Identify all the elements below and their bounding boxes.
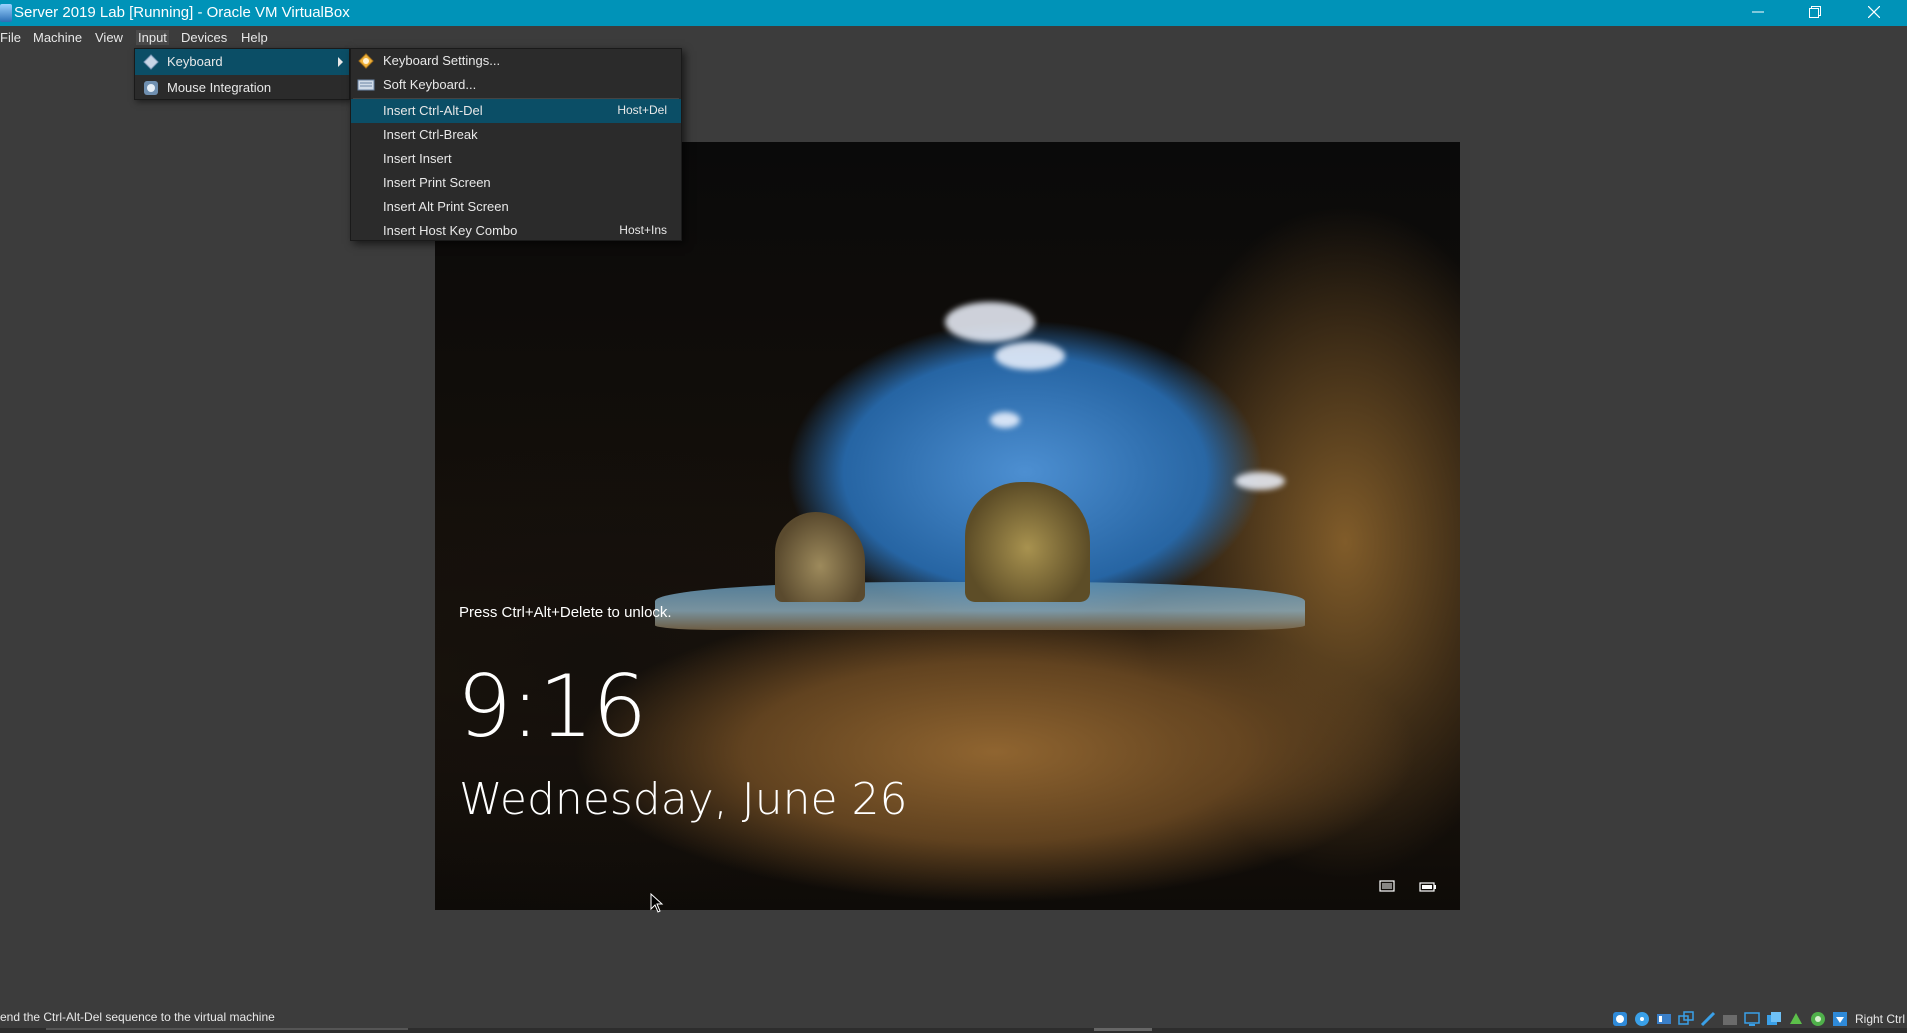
shared-folders-icon[interactable] <box>1721 1010 1739 1028</box>
host-key-label[interactable]: Right Ctrl <box>1855 1012 1905 1026</box>
menu-devices[interactable]: Devices <box>181 30 227 45</box>
sky-cloud <box>995 342 1065 370</box>
usb-icon[interactable] <box>1699 1010 1717 1028</box>
sea-rock-right <box>965 482 1090 602</box>
soft-keyboard-icon <box>357 79 375 91</box>
sea-rock-left <box>775 512 865 602</box>
menu-help[interactable]: Help <box>241 30 268 45</box>
menu-file[interactable]: File <box>0 30 21 45</box>
virtualbox-app-icon <box>0 4 12 22</box>
lock-screen-date: Wednesday, June 26 <box>459 774 908 825</box>
menu-machine[interactable]: Machine <box>33 30 82 45</box>
insert-ctrl-alt-del-label: Insert Ctrl-Alt-Del <box>383 103 483 118</box>
taskbar-segment <box>46 1028 408 1030</box>
sky-cloud <box>1235 472 1285 490</box>
input-menu-mouse-integration[interactable]: Mouse Integration <box>135 75 349 101</box>
soft-keyboard-label: Soft Keyboard... <box>383 77 477 92</box>
input-menu-keyboard-label: Keyboard <box>167 54 223 69</box>
insert-ctrl-break-item[interactable]: Insert Ctrl-Break <box>351 123 681 147</box>
restore-icon <box>1809 6 1821 18</box>
insert-ctrl-break-label: Insert Ctrl-Break <box>383 127 478 142</box>
vm-display[interactable]: Press Ctrl+Alt+Delete to unlock. 9:16 We… <box>435 142 1460 910</box>
optical-drive-icon[interactable] <box>1633 1010 1651 1028</box>
menu-view[interactable]: View <box>95 30 123 45</box>
insert-insert-item[interactable]: Insert Insert <box>351 147 681 171</box>
insert-host-key-combo-shortcut: Host+Ins <box>619 223 667 237</box>
keyboard-settings-icon <box>358 53 374 69</box>
audio-icon[interactable] <box>1655 1010 1673 1028</box>
insert-print-screen-item[interactable]: Insert Print Screen <box>351 171 681 195</box>
insert-print-screen-label: Insert Print Screen <box>383 175 491 190</box>
status-message: end the Ctrl-Alt-Del sequence to the vir… <box>0 1010 275 1024</box>
close-icon <box>1867 5 1881 19</box>
insert-ctrl-alt-del-item[interactable]: Insert Ctrl-Alt-Del Host+Del <box>351 99 681 123</box>
recording-icon[interactable] <box>1765 1010 1783 1028</box>
taskbar-strip <box>0 1028 1907 1033</box>
network-icon[interactable] <box>1379 880 1397 894</box>
insert-host-key-combo-label: Insert Host Key Combo <box>383 223 518 238</box>
arrow-down-icon[interactable] <box>1831 1010 1849 1028</box>
sky-cloud <box>990 412 1020 428</box>
keyboard-icon <box>143 54 159 70</box>
minimize-button[interactable] <box>1729 0 1787 26</box>
soft-keyboard-item[interactable]: Soft Keyboard... <box>351 73 681 97</box>
input-menu-mouse-integration-label: Mouse Integration <box>167 80 272 95</box>
keyboard-settings-item[interactable]: Keyboard Settings... <box>351 49 681 73</box>
minimize-icon <box>1752 11 1764 13</box>
submenu-arrow-icon <box>338 57 343 67</box>
title-bar: Server 2019 Lab [Running] - Oracle VM Vi… <box>0 0 1907 26</box>
keyboard-submenu: Keyboard Settings... Soft Keyboard... In… <box>350 48 682 241</box>
sky-cloud <box>945 302 1035 342</box>
window-title: Server 2019 Lab [Running] - Oracle VM Vi… <box>14 4 350 21</box>
lock-screen-time: 9:16 <box>457 657 647 757</box>
unlock-hint: Press Ctrl+Alt+Delete to unlock. <box>459 604 672 621</box>
insert-insert-label: Insert Insert <box>383 151 452 166</box>
input-menu-dropdown: Keyboard Mouse Integration <box>134 48 350 100</box>
insert-ctrl-alt-del-shortcut: Host+Del <box>617 103 667 117</box>
mouse-cursor-icon <box>650 893 664 913</box>
menu-input[interactable]: Input <box>136 30 169 45</box>
hard-disk-icon[interactable] <box>1611 1010 1629 1028</box>
close-button[interactable] <box>1845 0 1903 26</box>
status-indicators: Right Ctrl <box>1611 1008 1907 1030</box>
menu-bar: File Machine View Input Devices Help <box>0 26 1907 50</box>
battery-icon[interactable] <box>1419 880 1437 894</box>
capture-icon[interactable] <box>1787 1010 1805 1028</box>
taskbar-segment <box>1094 1028 1152 1031</box>
input-menu-keyboard[interactable]: Keyboard <box>135 49 349 75</box>
restore-button[interactable] <box>1786 0 1844 26</box>
insert-host-key-combo-item[interactable]: Insert Host Key Combo Host+Ins <box>351 219 681 243</box>
virtualbox-window: Server 2019 Lab [Running] - Oracle VM Vi… <box>0 0 1907 1033</box>
insert-alt-print-screen-label: Insert Alt Print Screen <box>383 199 509 214</box>
network-adapter-icon[interactable] <box>1677 1010 1695 1028</box>
insert-alt-print-screen-item[interactable]: Insert Alt Print Screen <box>351 195 681 219</box>
mouse-capture-icon[interactable] <box>1809 1010 1827 1028</box>
display-icon[interactable] <box>1743 1010 1761 1028</box>
keyboard-settings-label: Keyboard Settings... <box>383 53 501 68</box>
mouse-integration-icon <box>144 81 158 95</box>
